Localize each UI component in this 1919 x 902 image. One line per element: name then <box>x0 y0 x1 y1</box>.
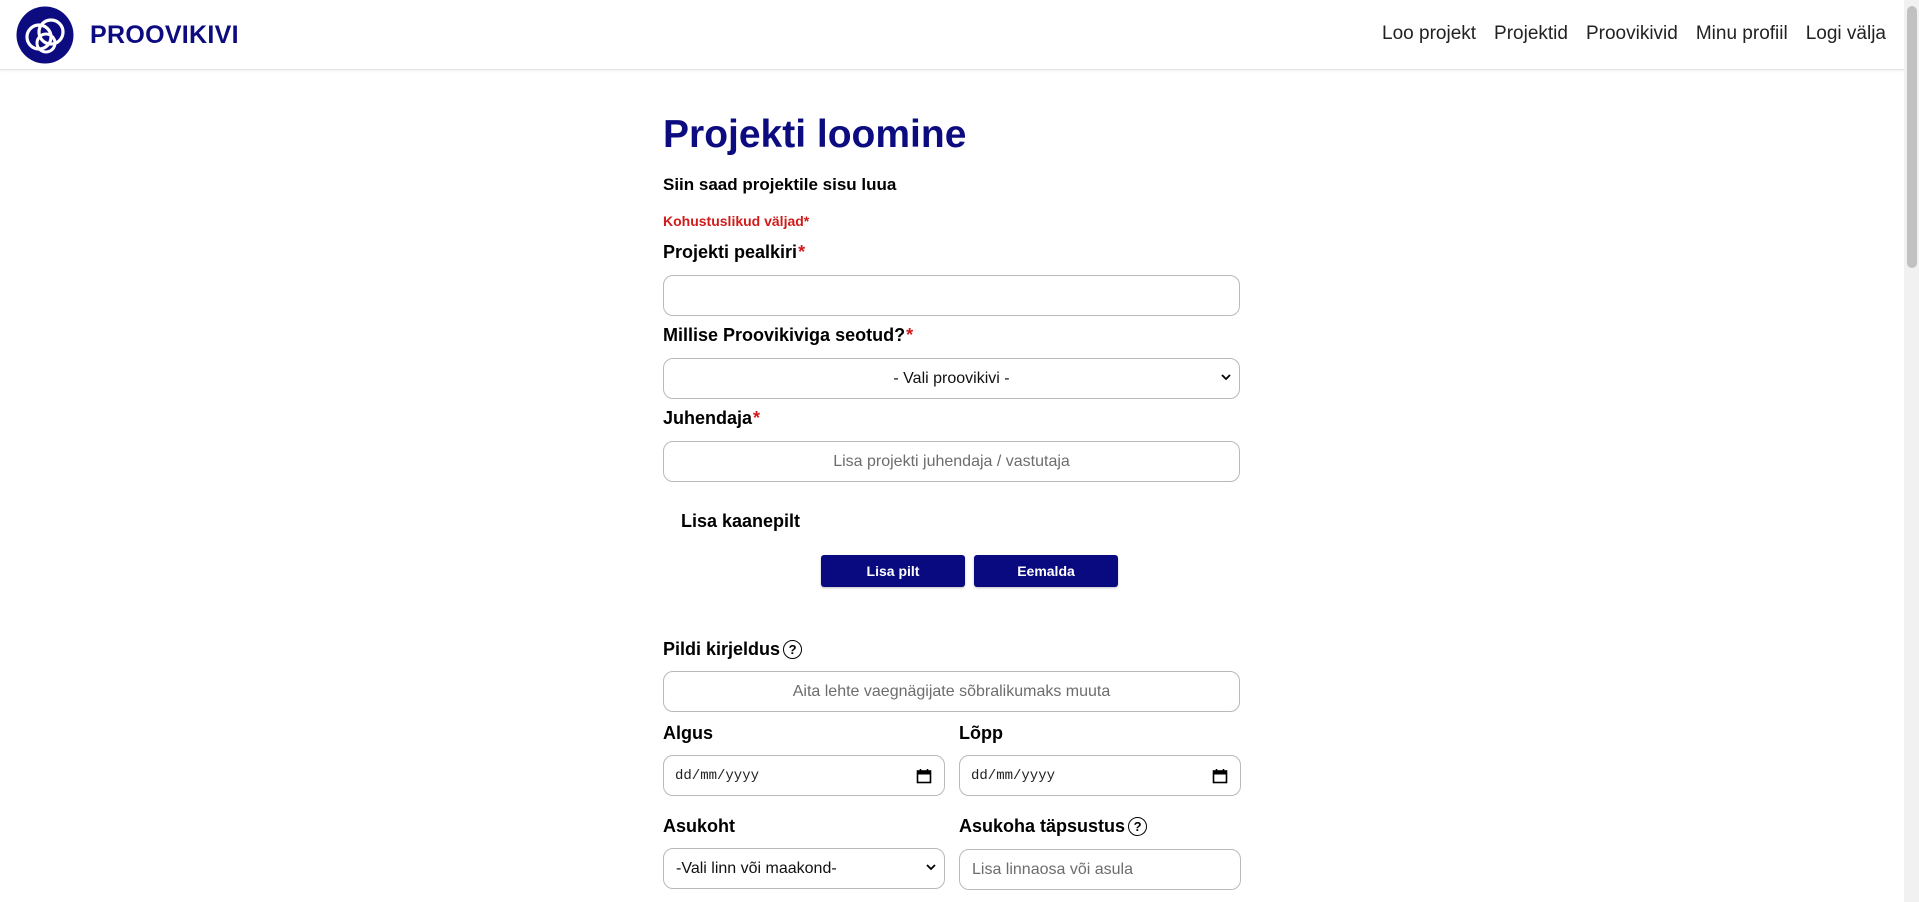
project-title-input[interactable] <box>663 275 1240 316</box>
help-icon[interactable]: ? <box>783 640 803 659</box>
proovikivi-select-value: - Vali proovikivi - <box>893 369 1010 387</box>
calendar-icon[interactable] <box>916 768 932 784</box>
location-detail-input[interactable]: Lisa linnaosa või asula <box>959 849 1241 890</box>
location-select[interactable]: -Vali linn või maakond- <box>663 848 945 889</box>
proovikivi-label: Millise Proovikiviga seotud? * <box>663 325 914 345</box>
location-label: Asukoht <box>663 816 735 836</box>
nav-link-proovikivid[interactable]: Proovikivid <box>1586 23 1678 45</box>
calendar-icon[interactable] <box>1212 768 1228 784</box>
page-subtitle: Siin saad projektile sisu luua <box>663 175 897 194</box>
required-star: * <box>906 325 914 345</box>
brand[interactable]: PROOVIKIVI <box>16 6 239 64</box>
end-date-input[interactable]: dd/mm/yyyy <box>959 755 1241 796</box>
supervisor-input[interactable]: Lisa projekti juhendaja / vastutaja <box>663 441 1240 482</box>
start-date-placeholder: dd/mm/yyyy <box>675 767 760 784</box>
top-navbar: PROOVIKIVI Loo projekt Projektid Proovik… <box>0 0 1904 70</box>
chevron-down-icon <box>926 864 936 871</box>
add-image-button[interactable]: Lisa pilt <box>821 555 965 587</box>
image-description-input[interactable]: Aita lehte vaegnägijate sõbralikumaks mu… <box>663 671 1240 712</box>
required-star: * <box>798 242 806 262</box>
cover-image-label: Lisa kaanepilt <box>681 511 801 531</box>
image-description-label: Pildi kirjeldus? <box>663 639 803 660</box>
required-star: * <box>753 408 761 428</box>
end-date-placeholder: dd/mm/yyyy <box>971 767 1056 784</box>
page-title: Projekti loomine <box>663 113 967 156</box>
start-date-input[interactable]: dd/mm/yyyy <box>663 755 945 796</box>
nav-link-logi-valja[interactable]: Logi välja <box>1806 23 1886 45</box>
proovikivi-select[interactable]: - Vali proovikivi - <box>663 358 1240 399</box>
nav-link-projektid[interactable]: Projektid <box>1494 23 1568 45</box>
chevron-down-icon <box>1221 374 1231 381</box>
nav-link-loo-projekt[interactable]: Loo projekt <box>1382 23 1476 45</box>
end-date-label: Lõpp <box>959 723 1003 743</box>
nav-link-minu-profiil[interactable]: Minu profiil <box>1696 23 1788 45</box>
help-icon[interactable]: ? <box>1128 817 1148 836</box>
project-title-label: Projekti pealkiri * <box>663 242 806 262</box>
scrollbar-thumb[interactable] <box>1907 6 1917 268</box>
location-select-value: -Vali linn või maakond- <box>676 859 837 877</box>
proovikivi-logo-icon <box>16 6 74 64</box>
remove-image-button[interactable]: Eemalda <box>974 555 1118 587</box>
page-scrollbar[interactable] <box>1904 0 1919 902</box>
location-detail-label: Asukoha täpsustus? <box>959 816 1148 837</box>
main-nav: Loo projekt Projektid Proovikivid Minu p… <box>1364 0 1886 68</box>
supervisor-label: Juhendaja * <box>663 408 761 428</box>
start-date-label: Algus <box>663 723 714 743</box>
brand-name: PROOVIKIVI <box>90 20 239 49</box>
required-fields-note: Kohustuslikud väljad* <box>663 213 810 229</box>
